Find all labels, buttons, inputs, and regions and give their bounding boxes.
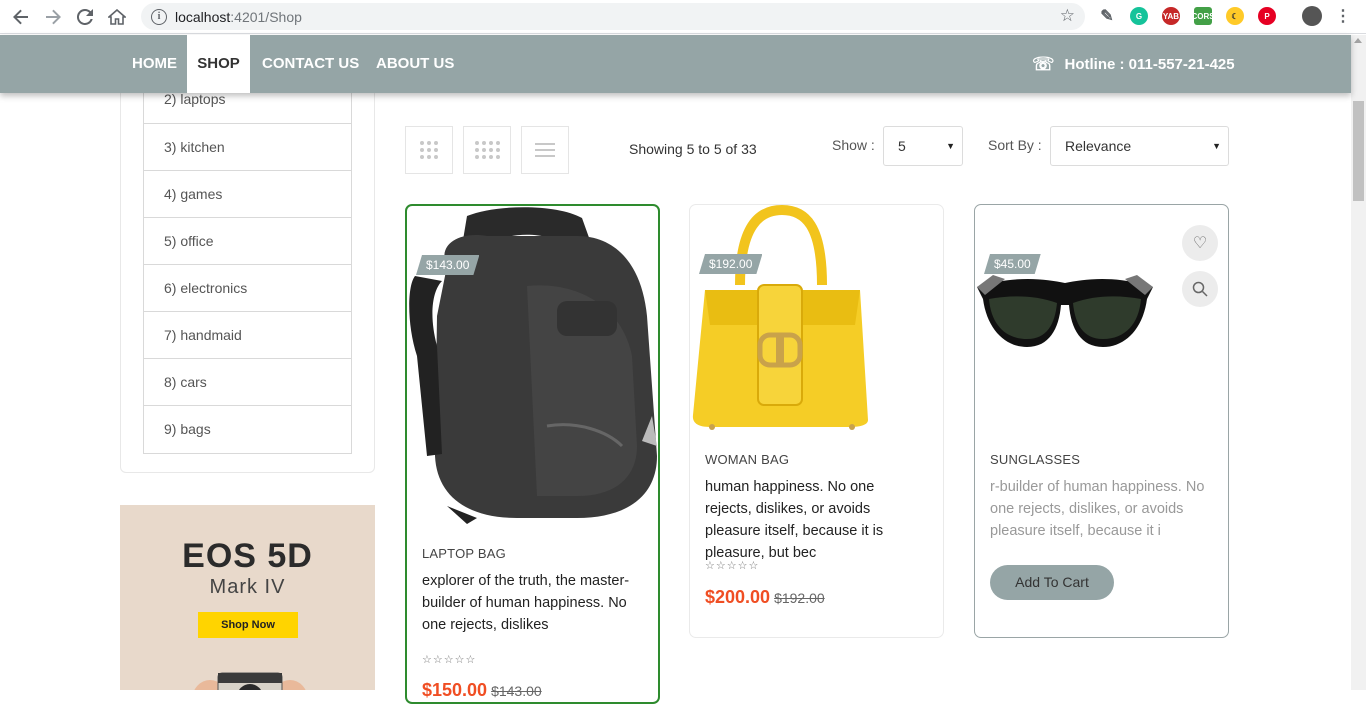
rating-stars: ☆☆☆☆☆ bbox=[422, 654, 477, 666]
promo-banner[interactable]: EOS 5D Mark IV Shop Now bbox=[120, 505, 375, 690]
shop-now-button[interactable]: Shop Now bbox=[198, 612, 298, 638]
price-tag: $143.00 bbox=[416, 255, 479, 275]
grammarly-extension-icon[interactable]: G bbox=[1130, 7, 1148, 25]
address-bar[interactable]: i localhost:4201/Shop ☆ bbox=[141, 3, 1085, 30]
hotline-text: Hotline : 011-557-21-425 bbox=[1064, 55, 1235, 73]
nav-shop[interactable]: SHOP bbox=[187, 35, 250, 93]
pinterest-extension-icon[interactable]: P bbox=[1258, 7, 1276, 25]
home-icon[interactable] bbox=[101, 1, 133, 33]
product-price: $150.00 $143.00 bbox=[422, 680, 542, 701]
sort-value: Relevance bbox=[1065, 138, 1132, 154]
list-view-button[interactable] bbox=[521, 126, 569, 174]
category-item[interactable]: 7) handmaid bbox=[144, 312, 351, 359]
product-card[interactable]: $143.00 LAPTOP BAG explorer of the truth… bbox=[405, 204, 660, 704]
product-category: WOMAN BAG bbox=[705, 452, 790, 467]
back-arrow-icon[interactable] bbox=[5, 1, 37, 33]
moon-extension-icon[interactable]: ☾ bbox=[1226, 7, 1244, 25]
banner-subtitle: Mark IV bbox=[209, 576, 286, 598]
category-item[interactable]: 6) electronics bbox=[144, 265, 351, 312]
profile-avatar[interactable] bbox=[1302, 6, 1322, 26]
rating-stars: ☆☆☆☆☆ bbox=[705, 560, 760, 572]
backpack-image bbox=[409, 207, 657, 524]
page-scrollbar[interactable] bbox=[1351, 35, 1366, 690]
grid-3-view-button[interactable] bbox=[405, 126, 453, 174]
yab-extension-icon[interactable]: YAB bbox=[1162, 7, 1180, 25]
browser-toolbar: i localhost:4201/Shop ☆ ✎ G YAB CORS ☾ P… bbox=[0, 0, 1366, 34]
sort-label: Sort By : bbox=[988, 137, 1042, 153]
product-category: LAPTOP BAG bbox=[422, 546, 506, 561]
category-item[interactable]: 3) kitchen bbox=[144, 124, 351, 171]
dropdown-caret-icon: ▼ bbox=[946, 141, 955, 151]
dropdown-caret-icon: ▼ bbox=[1212, 141, 1221, 151]
url-text: localhost:4201/Shop bbox=[175, 8, 302, 25]
sort-select[interactable]: Relevance ▼ bbox=[1050, 126, 1229, 166]
grid-4-view-button[interactable] bbox=[463, 126, 511, 174]
list-icon bbox=[535, 139, 555, 161]
eyedropper-extension-icon[interactable]: ✎ bbox=[1098, 7, 1116, 25]
category-item[interactable]: 4) games bbox=[144, 171, 351, 218]
woman-bag-image bbox=[692, 205, 868, 430]
nav-home[interactable]: HOME bbox=[132, 35, 177, 93]
grid-4-icon bbox=[474, 141, 500, 159]
product-category: SUNGLASSES bbox=[990, 452, 1081, 467]
category-item[interactable]: 9) bags bbox=[144, 406, 351, 453]
banner-title: EOS 5D bbox=[182, 537, 313, 575]
phone-icon: ☏ bbox=[1032, 53, 1055, 74]
nav-contact-us[interactable]: CONTACT US bbox=[262, 35, 359, 93]
current-price: $200.00 bbox=[705, 587, 771, 607]
current-price: $150.00 bbox=[422, 680, 488, 700]
category-list: 2) laptops 3) kitchen 4) games 5) office… bbox=[143, 76, 352, 454]
sunglasses-image bbox=[977, 275, 1153, 347]
product-price: $200.00 $192.00 bbox=[705, 587, 825, 608]
price-tag: $45.00 bbox=[984, 254, 1041, 274]
category-item[interactable]: 8) cars bbox=[144, 359, 351, 406]
page-size-select[interactable]: 5 ▼ bbox=[883, 126, 963, 166]
grid-3-icon bbox=[420, 141, 438, 159]
scroll-up-arrow-icon[interactable] bbox=[1354, 38, 1362, 43]
old-price: $143.00 bbox=[491, 683, 542, 699]
forward-arrow-icon[interactable] bbox=[37, 1, 69, 33]
bookmark-star-icon[interactable]: ☆ bbox=[1060, 6, 1075, 26]
scroll-thumb[interactable] bbox=[1353, 101, 1364, 201]
page-size-value: 5 bbox=[898, 138, 906, 154]
info-icon[interactable]: i bbox=[151, 8, 167, 25]
hotline: ☏ Hotline : 011-557-21-425 bbox=[1032, 35, 1235, 93]
nav-about-us[interactable]: ABOUT US bbox=[376, 35, 454, 93]
menu-kebab-icon[interactable]: ⋮ bbox=[1334, 7, 1352, 25]
reload-icon[interactable] bbox=[69, 1, 101, 33]
product-card[interactable]: $45.00 ♡ SUNGLASSES r-builder of human h… bbox=[974, 204, 1229, 638]
old-price: $192.00 bbox=[774, 590, 825, 606]
product-card[interactable]: $192.00 WOMAN BAG human happiness. No on… bbox=[689, 204, 944, 638]
results-count: Showing 5 to 5 of 33 bbox=[629, 141, 757, 157]
show-label: Show : bbox=[832, 137, 875, 153]
category-item[interactable]: 5) office bbox=[144, 218, 351, 265]
wishlist-heart-icon[interactable]: ♡ bbox=[1182, 225, 1218, 261]
site-navbar: HOME SHOP CONTACT US ABOUT US ☏ Hotline … bbox=[0, 35, 1351, 93]
camera-image bbox=[194, 672, 306, 690]
add-to-cart-button[interactable]: Add To Cart bbox=[990, 565, 1114, 600]
cors-extension-icon[interactable]: CORS bbox=[1191, 7, 1215, 25]
product-description: explorer of the truth, the master-builde… bbox=[422, 573, 630, 633]
price-tag: $192.00 bbox=[699, 254, 762, 274]
quick-view-search-icon[interactable] bbox=[1182, 271, 1218, 307]
product-description: r-builder of human happiness. No one rej… bbox=[990, 479, 1205, 539]
product-description: human happiness. No one rejects, dislike… bbox=[705, 479, 884, 561]
